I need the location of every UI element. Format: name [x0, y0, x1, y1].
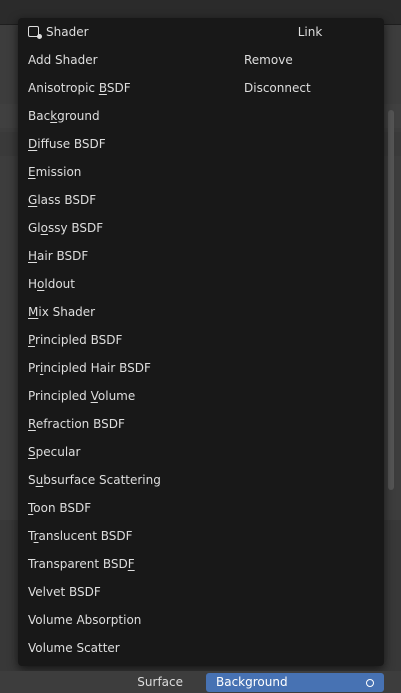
- menu-item-shortcut: D: [28, 137, 38, 151]
- menu-item-shortcut: M: [28, 305, 39, 319]
- menu-item[interactable]: Glass BSDF: [18, 186, 223, 214]
- surface-label: Surface: [137, 675, 183, 689]
- menu-item[interactable]: Velvet BSDF: [18, 578, 223, 606]
- menu-item-shortcut: u: [35, 473, 44, 487]
- menu-item[interactable]: Holdout: [18, 270, 223, 298]
- menu-item-shortcut: F: [127, 557, 135, 571]
- menu-item-shortcut: S: [28, 445, 36, 459]
- menu-item[interactable]: Subsurface Scattering: [18, 466, 223, 494]
- menu-item[interactable]: Anisotropic BSDF: [18, 74, 223, 102]
- shader-list: Add Shader Anisotropic BSDF Background Diff…: [18, 46, 223, 662]
- menu-item-shortcut: H: [28, 249, 38, 263]
- menu-item[interactable]: Diffuse BSDF: [18, 130, 223, 158]
- menu-item-shortcut: r: [33, 529, 39, 543]
- menu-header-label: Shader: [46, 25, 89, 39]
- surface-value: Background: [216, 675, 288, 689]
- menu-item[interactable]: Background: [18, 102, 223, 130]
- scrollbar[interactable]: [388, 110, 394, 490]
- menu-item-remove[interactable]: Remove: [236, 46, 384, 74]
- menu-item-shortcut: G: [28, 193, 38, 207]
- menu-item[interactable]: Volume Absorption: [18, 606, 223, 634]
- menu-item[interactable]: Emission: [18, 158, 223, 186]
- menu-item-shortcut: P: [28, 333, 36, 347]
- menu-item[interactable]: Toon BSDF: [18, 494, 223, 522]
- context-menu: Shader Add Shader Anisotropic BSDF Backgro…: [18, 18, 384, 666]
- menu-item-shortcut: o: [40, 221, 48, 235]
- shader-column: Shader Add Shader Anisotropic BSDF Backgro…: [18, 18, 223, 662]
- menu-item-shortcut: o: [37, 277, 45, 291]
- menu-item[interactable]: Translucent BSDF: [18, 522, 223, 550]
- menu-item-label: Volume Absorption: [28, 613, 142, 627]
- menu-item-shortcut: i: [39, 361, 44, 375]
- menu-item-label: Velvet BSDF: [28, 585, 101, 599]
- socket-dot-icon[interactable]: [366, 679, 374, 687]
- menu-item[interactable]: Volume Scatter: [18, 634, 223, 662]
- menu-item[interactable]: Specular: [18, 438, 223, 466]
- menu-item[interactable]: Add Shader: [18, 46, 223, 74]
- link-column: Link Remove Disconnect: [236, 18, 384, 102]
- menu-item-disconnect[interactable]: Disconnect: [236, 74, 384, 102]
- menu-item-shortcut: R: [28, 417, 36, 431]
- menu-item[interactable]: Principled Hair BSDF: [18, 354, 223, 382]
- menu-item-shortcut: k: [50, 109, 58, 123]
- menu-item-label: Add Shader: [28, 53, 98, 67]
- shader-icon: [28, 26, 42, 39]
- menu-header-shader: Shader: [18, 18, 223, 46]
- menu-item-shortcut: V: [90, 389, 98, 403]
- menu-item-shortcut: T: [28, 501, 34, 515]
- menu-header-link: Link: [297, 25, 323, 39]
- surface-row: Surface Background: [0, 671, 401, 693]
- menu-item[interactable]: Transparent BSDF: [18, 550, 223, 578]
- menu-item[interactable]: Glossy BSDF: [18, 214, 223, 242]
- menu-item[interactable]: Hair BSDF: [18, 242, 223, 270]
- menu-item-label: Volume Scatter: [28, 641, 120, 655]
- menu-item[interactable]: Mix Shader: [18, 298, 223, 326]
- menu-item[interactable]: Refraction BSDF: [18, 410, 223, 438]
- surface-shader-field[interactable]: Background: [206, 673, 384, 692]
- menu-item[interactable]: Principled Volume: [18, 382, 223, 410]
- menu-item-shortcut: B: [98, 81, 107, 95]
- menu-item-shortcut: E: [28, 165, 36, 179]
- menu-item[interactable]: Principled BSDF: [18, 326, 223, 354]
